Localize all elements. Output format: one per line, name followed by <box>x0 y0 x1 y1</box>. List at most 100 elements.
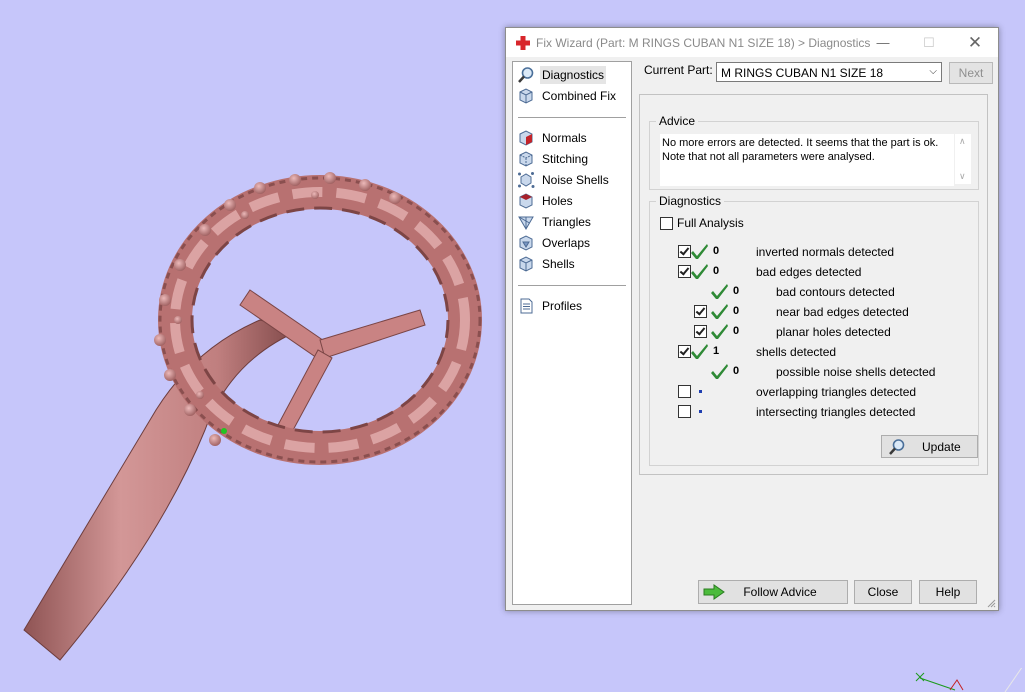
full-analysis-checkbox[interactable] <box>660 216 673 230</box>
nav-item-overlaps[interactable]: Overlaps <box>517 233 627 252</box>
window-close-button[interactable]: ✕ <box>952 28 998 57</box>
help-button[interactable]: Help <box>919 580 977 604</box>
advice-group-title: Advice <box>656 114 699 128</box>
green-check-icon <box>691 244 708 259</box>
green-check-icon <box>691 264 708 279</box>
diagnostic-row: 0 bad edges detected <box>678 262 968 280</box>
close-button[interactable]: Close <box>854 580 912 604</box>
diagnostic-checkbox[interactable] <box>678 405 691 418</box>
diagnostic-row: 1 shells detected <box>678 342 968 360</box>
diagnostic-count: 0 <box>713 265 720 277</box>
maximize-button[interactable]: ☐ <box>906 28 952 57</box>
nav-item-triangles[interactable]: Triangles <box>517 212 627 231</box>
green-check-icon <box>691 344 708 359</box>
advice-line: No more errors are detected. It seems th… <box>662 137 939 149</box>
title-bar[interactable]: Fix Wizard (Part: M RINGS CUBAN N1 SIZE … <box>506 28 998 57</box>
nav-item-holes[interactable]: Holes <box>517 191 627 210</box>
document-icon <box>520 298 533 313</box>
red-cross-icon <box>516 36 530 50</box>
nav-label-holes: Holes <box>542 193 573 208</box>
holes-cube-icon <box>519 192 533 209</box>
fix-wizard-dialog: Fix Wizard (Part: M RINGS CUBAN N1 SIZE … <box>505 27 999 611</box>
diagnostic-label: shells detected <box>756 345 837 359</box>
advice-line: Note that not all parameters were analys… <box>662 151 875 163</box>
chevron-down-icon: ⌵ <box>929 66 937 77</box>
nav-label-overlaps: Overlaps <box>542 235 591 250</box>
current-part-value: M RINGS CUBAN N1 SIZE 18 <box>721 66 884 80</box>
current-part-select[interactable]: M RINGS CUBAN N1 SIZE 18 ⌵ <box>716 62 942 82</box>
diagnostic-checkbox[interactable] <box>678 385 691 398</box>
green-check-icon <box>711 324 728 339</box>
minimize-button[interactable]: — <box>860 28 906 57</box>
green-check-icon <box>711 364 728 379</box>
nav-item-combined-fix[interactable]: Combined Fix <box>517 86 627 105</box>
nav-label-combined-fix: Combined Fix <box>542 88 617 103</box>
axis-gizmo <box>915 668 1023 692</box>
diagnostic-label: near bad edges detected <box>776 305 909 319</box>
nav-item-stitching[interactable]: Stitching <box>517 149 627 168</box>
diagnostic-label: inverted normals detected <box>756 245 895 259</box>
follow-advice-label: Follow Advice <box>743 585 817 599</box>
diagnostics-group-title: Diagnostics <box>656 194 725 208</box>
scroll-down-icon[interactable]: ∨ <box>959 171 966 182</box>
diagnostic-count: 0 <box>713 245 720 257</box>
diagnostic-count: 0 <box>733 305 740 317</box>
nav-label-diagnostics: Diagnostics <box>540 65 607 84</box>
update-button[interactable]: Update <box>881 435 978 458</box>
overlaps-cube-icon <box>519 234 533 251</box>
follow-advice-button[interactable]: Follow Advice <box>698 580 848 604</box>
nav-label-shells: Shells <box>542 256 575 271</box>
status-dot-icon <box>699 390 702 393</box>
scroll-up-icon[interactable]: ∧ <box>959 136 966 147</box>
next-button[interactable]: Next <box>949 62 993 84</box>
current-part-label: Current Part: <box>644 63 713 77</box>
green-check-icon <box>711 284 728 299</box>
nav-item-profiles[interactable]: Profiles <box>517 296 627 315</box>
diagnostic-row: intersecting triangles detected <box>678 402 968 420</box>
shells-cube-icon <box>519 255 533 272</box>
diagnostic-count: 0 <box>733 365 740 377</box>
triangles-icon <box>518 216 534 230</box>
diagnostic-label: overlapping triangles detected <box>756 385 917 399</box>
advice-text: No more errors are detected. It seems th… <box>660 134 954 186</box>
status-dot-icon <box>699 410 702 413</box>
nav-item-noise-shells[interactable]: Noise Shells <box>517 170 627 189</box>
nav-label-noise-shells: Noise Shells <box>542 172 609 187</box>
nav-item-normals[interactable]: Normals <box>517 128 627 147</box>
diagnostic-label: intersecting triangles detected <box>756 405 916 419</box>
green-check-icon <box>711 304 728 319</box>
full-analysis-label: Full Analysis <box>677 216 744 230</box>
nav-label-triangles: Triangles <box>542 214 591 229</box>
magnifier-icon <box>518 66 534 83</box>
diagnostic-checkbox[interactable] <box>678 265 691 278</box>
stitching-cube-icon <box>519 150 533 167</box>
noise-shells-icon <box>518 171 535 188</box>
nav-item-shells[interactable]: Shells <box>517 254 627 273</box>
diagnostic-checkbox[interactable] <box>678 345 691 358</box>
diagnostic-count: 1 <box>713 345 720 357</box>
nav-label-normals: Normals <box>542 130 587 145</box>
green-arrow-icon <box>703 584 725 600</box>
diagnostic-label: bad contours detected <box>776 285 895 299</box>
diagnostic-checkbox[interactable] <box>694 325 707 338</box>
advice-group: Advice No more errors are detected. It s… <box>649 114 979 190</box>
nav-label-profiles: Profiles <box>542 298 583 313</box>
full-analysis-option[interactable]: Full Analysis <box>660 216 744 230</box>
normals-cube-icon <box>519 129 533 146</box>
update-button-label: Update <box>922 440 961 454</box>
advice-scrollbar[interactable]: ∧ ∨ <box>955 134 971 184</box>
diagnostics-panel: Advice No more errors are detected. It s… <box>639 94 988 475</box>
diagnostic-checkbox[interactable] <box>678 245 691 258</box>
resize-grip-icon[interactable] <box>986 598 996 608</box>
diagnostic-label: bad edges detected <box>756 265 862 279</box>
nav-item-diagnostics[interactable]: Diagnostics <box>517 65 627 84</box>
diagnostic-count: 0 <box>733 325 740 337</box>
diagnostic-row: 0 near bad edges detected <box>678 302 968 320</box>
nav-separator <box>518 285 626 286</box>
nav-separator <box>518 117 626 118</box>
diagnostic-label: planar holes detected <box>776 325 891 339</box>
window-title: Fix Wizard (Part: M RINGS CUBAN N1 SIZE … <box>536 36 871 50</box>
diagnostic-checkbox[interactable] <box>694 305 707 318</box>
diagnostic-row: 0 possible noise shells detected <box>678 362 968 380</box>
ring-model[interactable] <box>23 172 482 661</box>
